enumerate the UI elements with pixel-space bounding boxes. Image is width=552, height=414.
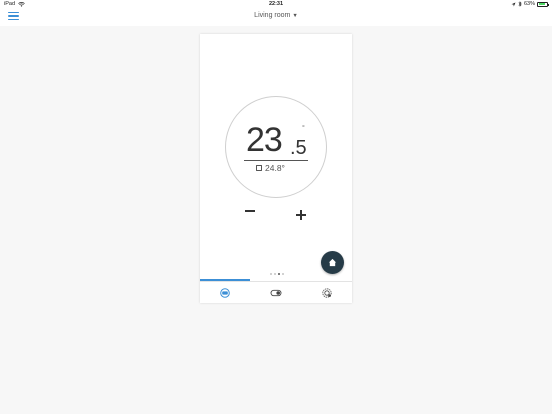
status-right: 63% (511, 1, 549, 7)
scheduled-temperature-value: 24.8° (265, 163, 285, 173)
toggle-icon (270, 289, 282, 296)
settings-icon (322, 287, 332, 298)
increase-temperature-button[interactable] (294, 208, 308, 222)
caret-down-icon: ▼ (292, 13, 298, 19)
home-icon (328, 258, 337, 266)
status-time: 22:31 (268, 1, 284, 7)
navigation-bar: Living room ▼ (0, 9, 552, 26)
page-indicator (270, 273, 284, 275)
temperature-decimal: .5 (290, 137, 307, 159)
battery-icon (537, 1, 549, 7)
room-name: Living room (254, 12, 291, 19)
page-dot[interactable] (274, 273, 276, 275)
temperature-integer: 23 (246, 121, 283, 159)
page-dot[interactable] (270, 273, 272, 275)
tab-thermostat[interactable] (200, 282, 251, 303)
thermostat-icon (220, 287, 231, 298)
bluetooth-icon (518, 1, 522, 7)
degree-symbol: ° (302, 125, 305, 132)
home-mode-button[interactable] (321, 251, 344, 274)
page-dot[interactable] (282, 273, 284, 275)
tab-bar (200, 281, 352, 303)
temperature-dial[interactable]: 23 .5 ° 24.8° (225, 96, 327, 198)
status-bar: iPad 22:31 63% (0, 0, 552, 9)
room-selector[interactable]: Living room ▼ (0, 12, 552, 19)
thermostat-card: 23 .5 ° 24.8° (200, 34, 352, 303)
tab-switches[interactable] (251, 282, 302, 303)
battery-percent: 63% (523, 1, 535, 7)
scheduled-temperature: 24.8° (256, 163, 285, 173)
decrease-temperature-button[interactable] (243, 204, 257, 218)
location-icon (511, 2, 516, 6)
calendar-icon (256, 165, 262, 171)
page-dot-active[interactable] (278, 273, 280, 275)
dial-divider (244, 160, 308, 161)
tab-settings[interactable] (301, 282, 352, 303)
